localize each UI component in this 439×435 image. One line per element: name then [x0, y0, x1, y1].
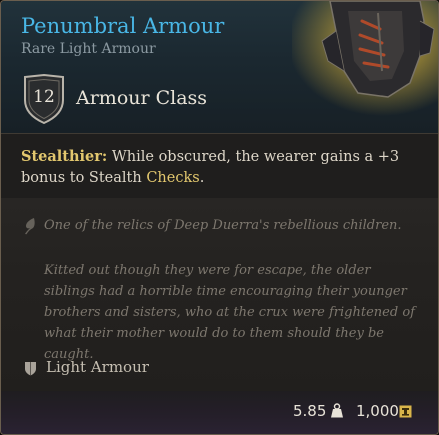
- armour-class-label: Armour Class: [76, 87, 208, 109]
- armour-class-badge: 12: [21, 74, 67, 124]
- divider: [1, 133, 438, 134]
- armour-image: [292, 1, 438, 116]
- weight-icon: [331, 403, 343, 418]
- checks-link[interactable]: Checks: [146, 170, 199, 186]
- price-value: 1,000: [356, 402, 399, 420]
- flavor-text-paragraph: Kitted out though they were for escape, …: [44, 263, 415, 362]
- effect-text-end: .: [199, 170, 205, 186]
- armour-type-label: Light Armour: [46, 358, 149, 376]
- effect-name[interactable]: Stealthier:: [21, 148, 107, 165]
- gold-coin-icon: [399, 405, 412, 418]
- item-effect: Stealthier: While obscured, the wearer g…: [21, 146, 421, 189]
- item-name: Penumbral Armour: [21, 14, 225, 38]
- quill-icon: [25, 218, 35, 235]
- armour-class-value: 12: [33, 87, 55, 107]
- light-armour-icon: [25, 362, 36, 376]
- item-rarity-type: Rare Light Armour: [21, 41, 156, 57]
- weight-value: 5.85: [293, 402, 327, 420]
- flavor-text-line: One of the relics of Deep Duerra's rebel…: [44, 218, 402, 233]
- item-tooltip: Penumbral Armour Rare Light Armour 12 Ar…: [0, 0, 439, 435]
